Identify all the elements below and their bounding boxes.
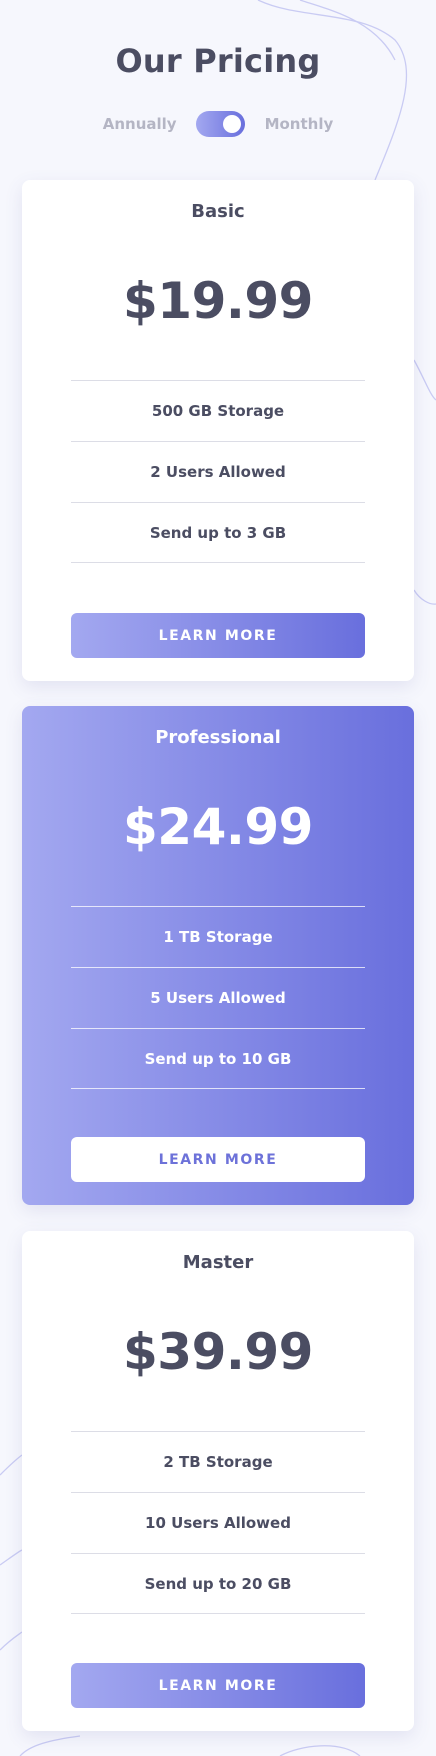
toggle-knob: [222, 115, 241, 133]
plan-name: Professional: [155, 727, 281, 748]
feature-list: 2 TB Storage 10 Users Allowed Send up to…: [71, 1431, 365, 1614]
feature-list: 500 GB Storage 2 Users Allowed Send up t…: [71, 380, 365, 563]
feature-item: Send up to 20 GB: [71, 1553, 365, 1614]
pricing-card-master: Master $39.99 2 TB Storage 10 Users Allo…: [22, 1231, 414, 1731]
feature-item: 500 GB Storage: [71, 380, 365, 441]
learn-more-button-master[interactable]: LEARN MORE: [71, 1663, 365, 1708]
monthly-label: Monthly: [264, 115, 334, 133]
learn-more-button-professional[interactable]: LEARN MORE: [71, 1137, 365, 1182]
feature-item: 10 Users Allowed: [71, 1492, 365, 1553]
page-title: Our Pricing: [115, 42, 321, 80]
pricing-page: Our Pricing Annually Monthly Basic $19.9…: [0, 0, 436, 1756]
feature-item: Send up to 3 GB: [71, 502, 365, 563]
pricing-card-basic: Basic $19.99 500 GB Storage 2 Users Allo…: [22, 180, 414, 681]
feature-item: 1 TB Storage: [71, 906, 365, 967]
feature-item: Send up to 10 GB: [71, 1028, 365, 1089]
plan-price: $19.99: [123, 272, 313, 330]
billing-toggle-switch[interactable]: [195, 111, 245, 137]
feature-list: 1 TB Storage 5 Users Allowed Send up to …: [71, 906, 365, 1089]
learn-more-button-basic[interactable]: LEARN MORE: [71, 613, 365, 658]
annually-label: Annually: [102, 115, 177, 133]
feature-item: 5 Users Allowed: [71, 967, 365, 1028]
plan-name: Basic: [191, 201, 245, 222]
plan-name: Master: [182, 1252, 254, 1273]
plan-price: $24.99: [123, 798, 313, 856]
plan-price: $39.99: [123, 1323, 313, 1381]
feature-item: 2 Users Allowed: [71, 441, 365, 502]
pricing-card-professional: Professional $24.99 1 TB Storage 5 Users…: [22, 706, 414, 1205]
billing-toggle-row: Annually Monthly: [0, 110, 436, 138]
feature-item: 2 TB Storage: [71, 1431, 365, 1492]
